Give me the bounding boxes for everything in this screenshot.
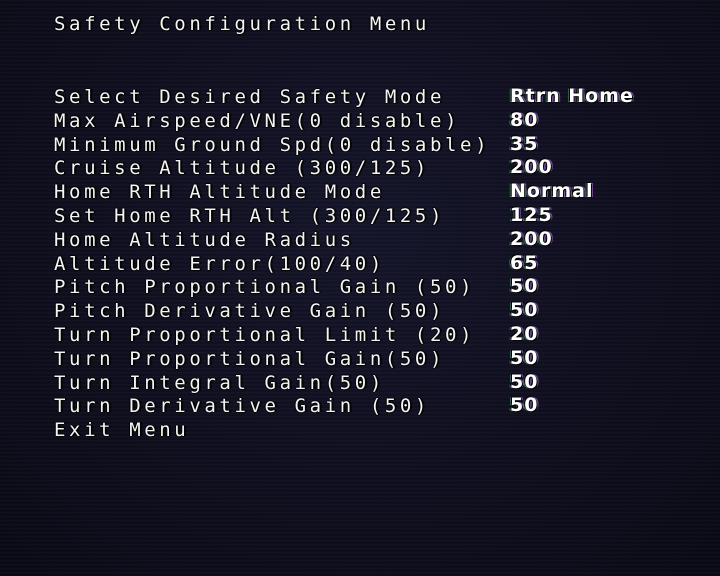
menu-item-value: 50 xyxy=(510,346,539,369)
menu-item-label: Turn Proportional Limit (20) xyxy=(54,323,476,346)
menu-item-turn-integral-gain[interactable]: Turn Integral Gain(50) 50 xyxy=(54,371,704,395)
menu-item-value: 125 xyxy=(510,203,553,226)
menu-item-turn-proportional-limit[interactable]: Turn Proportional Limit (20) 20 xyxy=(54,323,704,347)
menu-item-label: Cruise Altitude (300/125) xyxy=(54,157,430,180)
menu-item-value: 50 xyxy=(510,370,539,393)
menu-item-label: Home Altitude Radius xyxy=(54,228,355,251)
menu-item-value: 35 xyxy=(510,132,539,155)
menu-item-label: Pitch Derivative Gain (50) xyxy=(54,300,446,323)
menu-item-label: Minimum Ground Spd(0 disable) xyxy=(54,133,491,156)
menu-item-label: Turn Proportional Gain(50) xyxy=(54,347,446,370)
menu-item-label: Pitch Proportional Gain (50) xyxy=(54,276,476,299)
menu-item-safety-mode[interactable]: Select Desired Safety Mode Rtrn Home xyxy=(54,85,704,109)
menu-item-value: 50 xyxy=(510,299,539,322)
menu-item-pitch-derivative-gain[interactable]: Pitch Derivative Gain (50) 50 xyxy=(54,299,704,323)
safety-menu: Select Desired Safety Mode Rtrn Home Max… xyxy=(54,85,704,442)
menu-item-value: 20 xyxy=(510,322,539,345)
menu-item-label: Home RTH Altitude Mode xyxy=(54,181,385,204)
menu-item-home-altitude-radius[interactable]: Home Altitude Radius 200 xyxy=(54,228,704,252)
menu-item-label: Select Desired Safety Mode xyxy=(54,86,446,108)
menu-item-label: Turn Integral Gain(50) xyxy=(54,371,385,394)
exit-menu-label: Exit Menu xyxy=(54,419,190,442)
menu-item-label: Altitude Error(100/40) xyxy=(54,252,385,275)
menu-item-value: 65 xyxy=(510,251,539,274)
menu-item-value: 80 xyxy=(510,108,539,131)
menu-item-value: Rtrn Home xyxy=(510,85,634,107)
menu-item-label: Turn Derivative Gain (50) xyxy=(54,395,430,418)
osd-screen: Safety Configuration Menu Select Desired… xyxy=(0,0,720,576)
menu-item-cruise-altitude[interactable]: Cruise Altitude (300/125) 200 xyxy=(54,156,704,180)
menu-item-value: 50 xyxy=(510,275,539,298)
menu-item-value: 200 xyxy=(510,156,553,179)
menu-item-home-rth-altitude-mode[interactable]: Home RTH Altitude Mode Normal xyxy=(54,180,704,204)
menu-item-value: 50 xyxy=(510,394,539,417)
menu-item-set-home-rth-alt[interactable]: Set Home RTH Alt (300/125) 125 xyxy=(54,204,704,228)
menu-item-turn-derivative-gain[interactable]: Turn Derivative Gain (50) 50 xyxy=(54,394,704,418)
menu-item-value: Normal xyxy=(510,180,594,203)
menu-title: Safety Configuration Menu xyxy=(54,13,430,35)
exit-menu-item[interactable]: Exit Menu xyxy=(54,418,704,442)
menu-item-value: 200 xyxy=(510,227,553,250)
menu-item-altitude-error[interactable]: Altitude Error(100/40) 65 xyxy=(54,252,704,276)
menu-item-min-ground-speed[interactable]: Minimum Ground Spd(0 disable) 35 xyxy=(54,133,704,157)
menu-item-label: Max Airspeed/VNE(0 disable) xyxy=(54,109,461,132)
menu-item-max-airspeed[interactable]: Max Airspeed/VNE(0 disable) 80 xyxy=(54,109,704,133)
menu-item-turn-proportional-gain[interactable]: Turn Proportional Gain(50) 50 xyxy=(54,347,704,371)
menu-item-label: Set Home RTH Alt (300/125) xyxy=(54,204,446,227)
menu-item-pitch-proportional-gain[interactable]: Pitch Proportional Gain (50) 50 xyxy=(54,275,704,299)
